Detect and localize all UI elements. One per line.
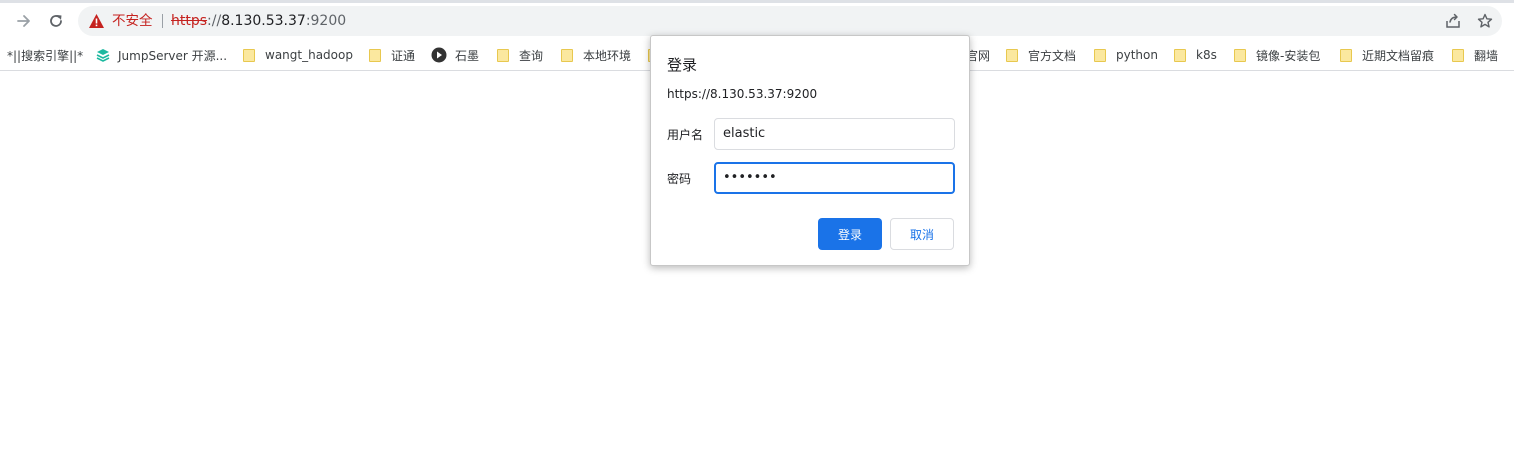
- bookmark-label: 近期文档留痕: [1362, 48, 1435, 63]
- bookmark-label: k8s: [1196, 48, 1217, 62]
- url-host: 8.130.53.37: [221, 13, 306, 29]
- bookmark-local-env[interactable]: 本地环境: [561, 45, 631, 65]
- bookmark-label: JumpServer 开源...: [118, 48, 228, 63]
- share-icon: [1446, 13, 1460, 28]
- bookmark-k8s[interactable]: k8s: [1174, 45, 1217, 65]
- folder-icon: [1006, 48, 1018, 62]
- bookmark-python[interactable]: python: [1094, 45, 1158, 65]
- shimo-icon: [431, 47, 447, 63]
- url-scheme: https: [171, 13, 208, 29]
- bookmark-label: wangt_hadoop: [265, 48, 353, 62]
- security-warning[interactable]: [88, 13, 105, 29]
- bookmark-label: 官方文档: [1028, 48, 1077, 63]
- bookmark-shimo[interactable]: 石墨: [431, 45, 479, 65]
- security-divider: [162, 14, 163, 28]
- cancel-button[interactable]: 取消: [890, 218, 954, 250]
- folder-icon: [561, 48, 573, 62]
- share-button[interactable]: [1441, 9, 1465, 33]
- bookmark-search-engines[interactable]: *||搜索引擎||*: [7, 45, 83, 65]
- password-input[interactable]: •••••••: [714, 162, 955, 194]
- username-label: 用户名: [667, 128, 704, 142]
- bookmark-label: 证通: [391, 48, 416, 63]
- dialog-origin: https://8.130.53.37:9200: [667, 87, 818, 101]
- bookmark-wangt-hadoop[interactable]: wangt_hadoop: [243, 45, 353, 65]
- dialog-title: 登录: [667, 56, 698, 74]
- jumpserver-icon: [96, 48, 110, 62]
- folder-icon: [1094, 48, 1106, 62]
- folder-icon: [1234, 48, 1246, 62]
- folder-icon: [243, 48, 255, 62]
- url-separator: ://: [207, 13, 222, 29]
- http-auth-dialog: 登录 https://8.130.53.37:9200 用户名 elastic …: [650, 35, 970, 266]
- password-label: 密码: [667, 172, 692, 186]
- bookmark-label: python: [1116, 48, 1158, 62]
- security-label[interactable]: 不安全: [112, 12, 153, 30]
- star-icon: [1477, 13, 1493, 28]
- bookmark-label: 查询: [519, 48, 544, 63]
- bookmark-jumpserver[interactable]: JumpServer 开源...: [96, 45, 227, 65]
- folder-icon: [1340, 48, 1352, 62]
- folder-icon: [369, 48, 381, 62]
- bookmark-label: 石墨: [455, 48, 480, 63]
- forward-button[interactable]: [9, 6, 39, 36]
- bookmark-vpn[interactable]: 翻墙: [1452, 45, 1498, 65]
- reload-button[interactable]: [41, 6, 71, 36]
- url-port: :9200: [305, 13, 347, 29]
- warning-triangle-icon: [89, 14, 104, 28]
- bookmark-label: *||搜索引擎||*: [7, 48, 84, 63]
- username-input[interactable]: elastic: [714, 118, 955, 150]
- folder-icon: [1452, 48, 1464, 62]
- bookmark-recent-docs[interactable]: 近期文档留痕: [1340, 45, 1434, 65]
- folder-icon: [1174, 48, 1186, 62]
- folder-icon: [497, 48, 509, 62]
- browser-toolbar: 不安全 https://8.130.53.37:9200: [0, 3, 1514, 39]
- bookmark-images-packages[interactable]: 镜像-安装包: [1234, 45, 1320, 65]
- url-text[interactable]: https://8.130.53.37:9200: [171, 12, 346, 30]
- arrow-right-icon: [17, 15, 30, 27]
- bookmark-zhengtong[interactable]: 证通: [369, 45, 415, 65]
- bookmark-query[interactable]: 查询: [497, 45, 543, 65]
- bookmark-label: 镜像-安装包: [1256, 48, 1321, 63]
- bookmark-star-button[interactable]: [1473, 9, 1497, 33]
- bookmark-label: 翻墙: [1474, 48, 1499, 63]
- bookmark-official-docs[interactable]: 官方文档: [1006, 45, 1076, 65]
- reload-icon: [50, 15, 62, 27]
- address-bar[interactable]: 不安全 https://8.130.53.37:9200: [78, 6, 1502, 36]
- bookmark-label: 本地环境: [583, 48, 632, 63]
- login-button[interactable]: 登录: [818, 218, 882, 250]
